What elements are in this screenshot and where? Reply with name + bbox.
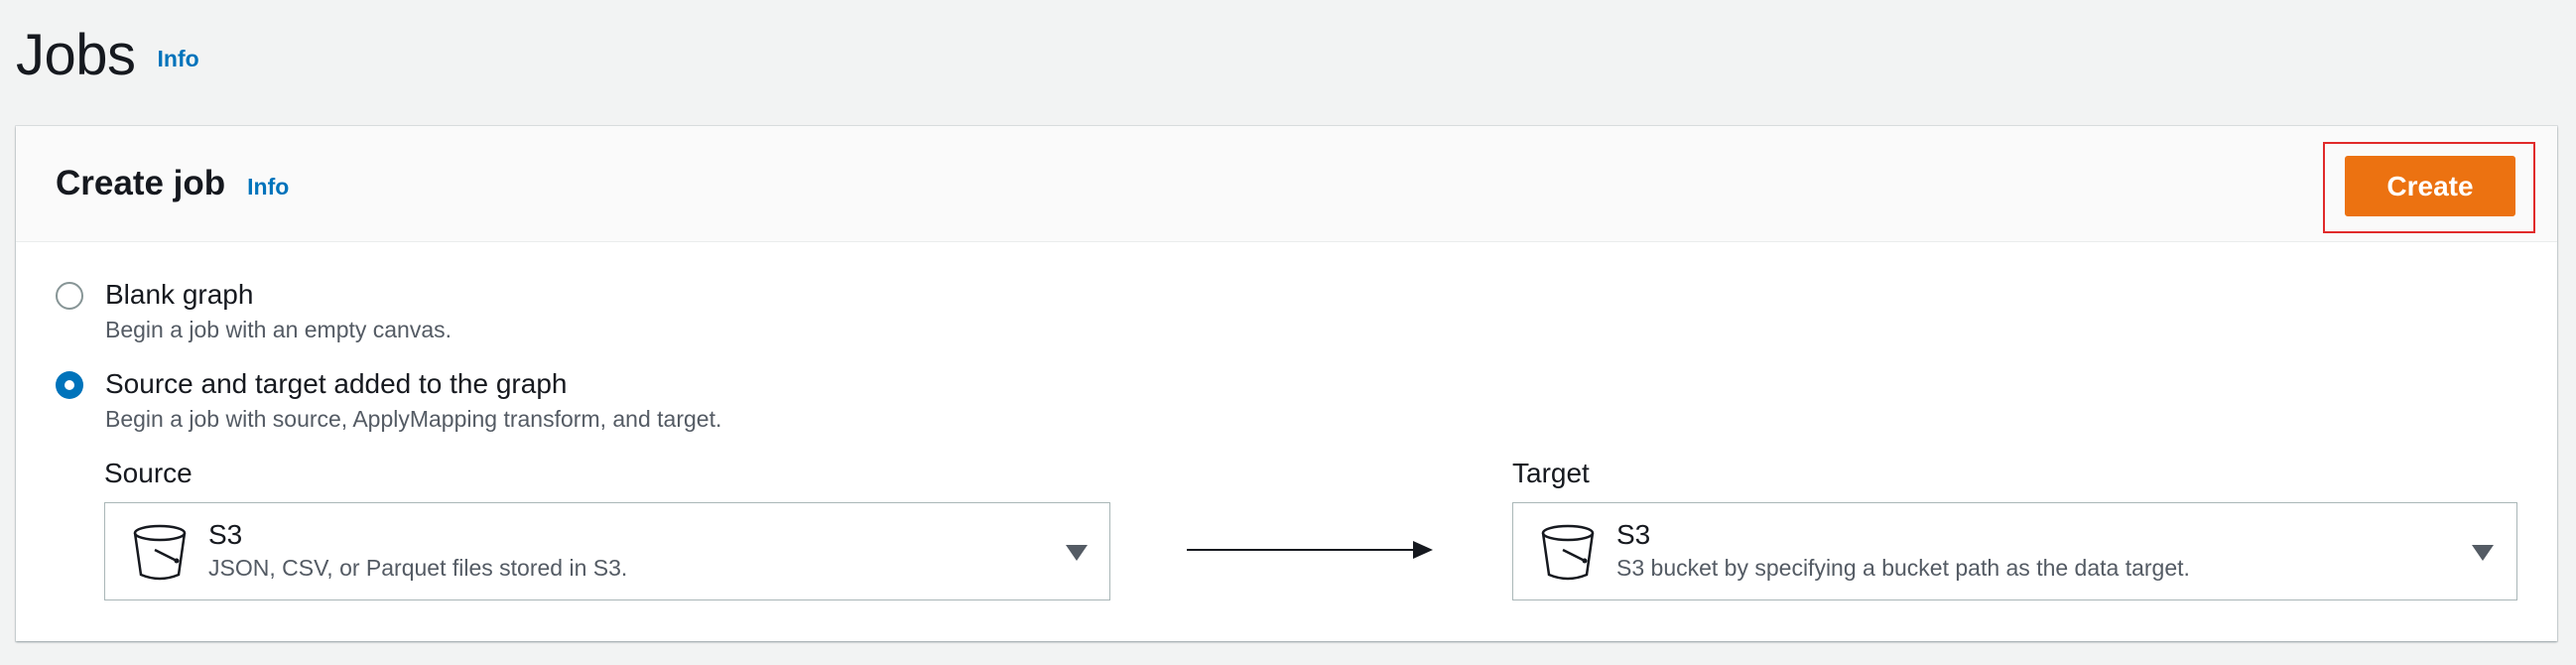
page-header: Jobs Info	[16, 0, 199, 109]
option-source-target[interactable]: Source and target added to the graph Beg…	[56, 367, 721, 434]
target-label: Target	[1512, 458, 1590, 488]
create-job-panel: Create job Info Create Blank graph Begin…	[16, 126, 2557, 641]
bucket-icon	[133, 524, 187, 581]
option-description: Begin a job with source, ApplyMapping tr…	[105, 406, 722, 432]
option-label: Source and target added to the graph	[105, 368, 568, 399]
bucket-icon	[1541, 524, 1595, 581]
option-description: Begin a job with an empty canvas.	[105, 317, 452, 342]
source-option-description: JSON, CSV, or Parquet files stored in S3…	[208, 555, 628, 581]
target-select[interactable]: S3 S3 bucket by specifying a bucket path…	[1512, 502, 2517, 600]
source-label: Source	[104, 458, 193, 488]
target-option-description: S3 bucket by specifying a bucket path as…	[1616, 555, 2190, 581]
source-select[interactable]: S3 JSON, CSV, or Parquet files stored in…	[104, 502, 1110, 600]
caret-down-icon	[1066, 545, 1088, 561]
option-label: Blank graph	[105, 279, 254, 310]
panel-title: Create job	[56, 164, 226, 202]
radio-source-target[interactable]	[56, 371, 83, 399]
option-text: Source and target added to the graph Beg…	[105, 367, 721, 434]
panel-header: Create job Info Create	[16, 126, 2557, 242]
page-title: Jobs	[16, 22, 136, 87]
panel-info-link[interactable]: Info	[247, 174, 289, 200]
target-option-title: S3	[1616, 519, 1651, 550]
page-info-link[interactable]: Info	[158, 46, 199, 72]
radio-blank-graph[interactable]	[56, 282, 83, 310]
option-blank-graph[interactable]: Blank graph Begin a job with an empty ca…	[56, 278, 451, 344]
create-button[interactable]: Create	[2345, 156, 2515, 216]
option-text: Blank graph Begin a job with an empty ca…	[105, 278, 451, 344]
source-option-title: S3	[208, 519, 243, 550]
arrow-right-icon	[1187, 541, 1433, 559]
caret-down-icon	[2472, 545, 2494, 561]
